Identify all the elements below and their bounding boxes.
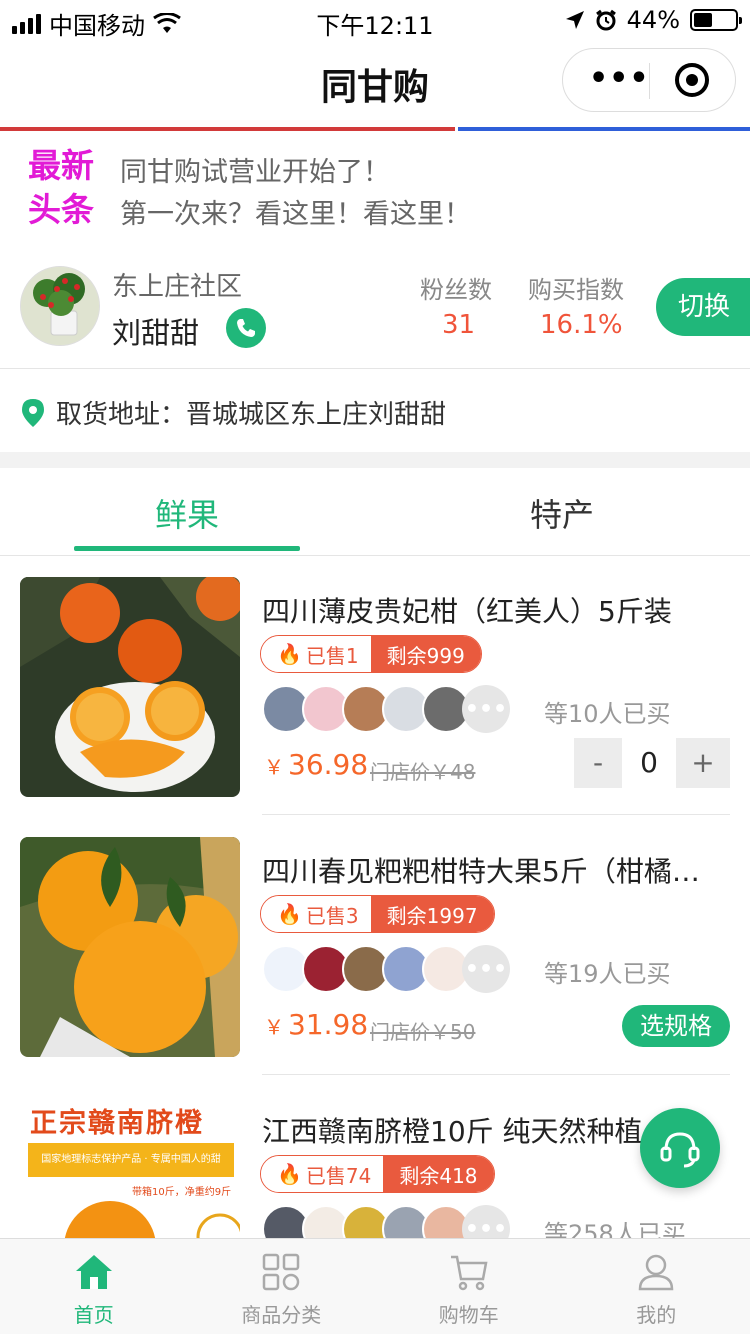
product-divider — [262, 814, 730, 815]
header-accent-right — [458, 127, 750, 131]
customer-service-button[interactable] — [640, 1108, 720, 1188]
tab-specialty[interactable]: 特产 — [530, 490, 594, 536]
location-arrow-icon — [565, 11, 584, 29]
bottom-tab-bar: 首页 商品分类 购物车 我的 — [0, 1238, 750, 1334]
header-accent-left — [0, 127, 455, 131]
news-item[interactable]: 同甘购试营业开始了！ — [120, 150, 390, 189]
more-buyers-icon: ••• — [462, 685, 510, 733]
news-item[interactable]: 第一次来？看这里！看这里！ — [120, 192, 471, 231]
close-miniapp-icon[interactable] — [675, 63, 709, 97]
buyers-count-text: 等10人已买 — [544, 700, 671, 728]
tab-profile[interactable]: 我的 — [563, 1239, 750, 1334]
battery-icon — [690, 9, 742, 31]
miniapp-capsule: ••• — [562, 48, 736, 112]
category-icon — [263, 1253, 300, 1291]
buy-index-label: 购买指数 — [528, 276, 624, 304]
remaining-count: 剩余1997 — [370, 896, 494, 932]
quantity-value: 0 — [640, 746, 658, 779]
headset-icon — [660, 1132, 700, 1168]
product-image[interactable] — [20, 577, 240, 797]
flame-icon: 🔥 — [277, 642, 302, 666]
remaining-count: 剩余999 — [370, 636, 481, 672]
buyer-avatars: ••• — [262, 944, 510, 994]
cart-icon — [450, 1255, 488, 1291]
more-icon[interactable]: ••• — [589, 64, 650, 94]
flame-icon: 🔥 — [277, 902, 302, 926]
sales-badge: 🔥 已售1 剩余999 — [260, 635, 482, 673]
phone-icon — [237, 319, 255, 337]
divider — [0, 368, 750, 369]
product-name[interactable]: 四川春见粑粑柑特大果5斤（柑橘… — [262, 850, 732, 890]
tab-cart[interactable]: 购物车 — [375, 1239, 563, 1334]
buy-index-value: 16.1% — [540, 310, 623, 340]
news-tag-line1: 最新 — [28, 146, 94, 185]
buyers-count-text: 等19人已买 — [544, 960, 671, 988]
original-price: 门店价￥50 — [370, 1020, 476, 1044]
leader-avatar — [20, 266, 100, 346]
news-tag: 最新 头条 — [28, 144, 94, 232]
price-value: 31.98 — [288, 1008, 369, 1041]
sales-badge: 🔥 已售3 剩余1997 — [260, 895, 495, 933]
tab-label: 首页 — [73, 1303, 114, 1327]
switch-community-button[interactable]: 切换 — [656, 278, 750, 336]
call-button[interactable] — [226, 308, 266, 348]
currency-symbol: ￥ — [264, 1015, 284, 1039]
leader-name: 刘甜甜 — [112, 316, 200, 350]
user-icon — [638, 1254, 674, 1291]
tab-category[interactable]: 商品分类 — [188, 1239, 376, 1334]
sales-badge: 🔥 已售74 剩余418 — [260, 1155, 495, 1193]
status-bar: 中国移动 下午12:11 44% — [0, 0, 750, 42]
product-price: ￥ 36.98 — [264, 748, 368, 781]
product-image[interactable] — [20, 837, 240, 1057]
tab-label: 我的 — [636, 1303, 677, 1327]
battery-percent: 44% — [626, 6, 680, 34]
remaining-count: 剩余418 — [383, 1156, 494, 1192]
tab-home[interactable]: 首页 — [0, 1239, 188, 1334]
fans-value: 31 — [442, 310, 476, 340]
sold-count: 已售74 — [305, 1163, 372, 1188]
quantity-minus-button[interactable]: - — [574, 738, 622, 788]
select-spec-button[interactable]: 选规格 — [622, 1005, 730, 1047]
buyer-avatars: ••• — [262, 684, 510, 734]
tabs-divider — [0, 555, 750, 556]
section-gap — [0, 452, 750, 468]
product-divider — [262, 1074, 730, 1075]
news-tag-line2: 头条 — [28, 190, 94, 229]
pickup-address[interactable]: 取货地址：晋城城区东上庄刘甜甜 — [20, 394, 446, 431]
tab-active-indicator — [74, 546, 300, 551]
nav-bar: 同甘购 ••• — [0, 42, 750, 128]
flame-icon: 🔥 — [277, 1162, 302, 1186]
leader-community: 东上庄社区 — [112, 272, 243, 302]
sold-count: 已售1 — [305, 643, 359, 668]
sold-count: 已售3 — [305, 903, 359, 928]
tab-label: 商品分类 — [241, 1303, 322, 1327]
tab-label: 购物车 — [438, 1303, 499, 1327]
product-price: ￥ 31.98 — [264, 1008, 368, 1041]
quantity-plus-button[interactable]: + — [676, 738, 730, 788]
original-price: 门店价￥48 — [370, 760, 476, 784]
tab-fresh-fruit[interactable]: 鲜果 — [155, 490, 219, 536]
pickup-address-text: 取货地址：晋城城区东上庄刘甜甜 — [56, 400, 447, 430]
currency-symbol: ￥ — [264, 755, 284, 779]
capsule-divider — [649, 63, 650, 99]
home-icon — [75, 1255, 112, 1289]
fans-label: 粉丝数 — [420, 276, 492, 304]
product-name[interactable]: 四川薄皮贵妃柑（红美人）5斤装 — [262, 590, 732, 630]
location-pin-icon — [22, 398, 44, 427]
more-buyers-icon: ••• — [462, 945, 510, 993]
alarm-icon — [595, 9, 616, 31]
price-value: 36.98 — [288, 748, 369, 781]
